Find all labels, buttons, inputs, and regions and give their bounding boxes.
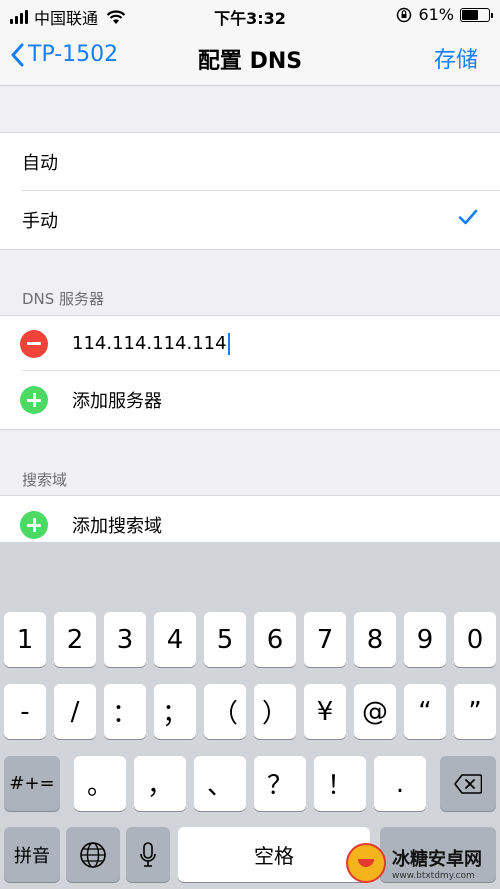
watermark-text: 冰糖安卓网 www.btxtdmy.com	[392, 845, 482, 881]
key-1[interactable]: 1	[4, 612, 46, 667]
key-right-paren[interactable]: ）	[254, 684, 296, 739]
key-enum-comma[interactable]: 、	[194, 756, 246, 811]
key-7[interactable]: 7	[304, 612, 346, 667]
mode-option-auto[interactable]: 自动	[0, 133, 500, 191]
add-search-domain-label: 添加搜索域	[72, 516, 162, 537]
key-colon[interactable]: ：	[104, 684, 146, 739]
key-period[interactable]: .	[374, 756, 426, 811]
key-8[interactable]: 8	[354, 612, 396, 667]
key-left-quote[interactable]: “	[404, 684, 446, 739]
watermark-url: www.btxtdmy.com	[392, 871, 475, 881]
remove-server-button[interactable]	[20, 329, 48, 358]
keyboard: 1 2 3 4 5 6 7 8 9 0 - / ： ； （ ） ¥ @ “ ” …	[0, 542, 500, 889]
key-period-cn[interactable]: 。	[74, 756, 126, 811]
key-right-quote[interactable]: ”	[454, 684, 496, 739]
microphone-button[interactable]	[126, 827, 170, 882]
key-0[interactable]: 0	[454, 612, 496, 667]
save-button[interactable]: 存储	[434, 42, 478, 74]
battery-icon	[460, 7, 493, 22]
globe-icon	[80, 841, 106, 868]
dns-server-value: 114.114.114.114	[72, 333, 227, 354]
key-hyphen[interactable]: -	[4, 684, 46, 739]
globe-button[interactable]	[66, 827, 120, 882]
key-5[interactable]: 5	[204, 612, 246, 667]
add-server-button[interactable]	[20, 386, 48, 414]
add-search-domain-button[interactable]	[20, 511, 48, 539]
status-right: 61%	[396, 5, 493, 24]
checkmark-icon	[458, 209, 478, 225]
watermark: 冰糖安卓网 www.btxtdmy.com	[346, 841, 496, 885]
key-3[interactable]: 3	[104, 612, 146, 667]
watermark-logo-icon	[346, 843, 386, 883]
search-domain-group: 添加搜索域	[0, 495, 500, 545]
key-slash[interactable]: /	[54, 684, 96, 739]
microphone-icon	[140, 841, 156, 867]
page-title: 配置 DNS	[197, 49, 303, 74]
key-symbols[interactable]: #+=	[4, 756, 60, 811]
mode-option-label: 手动	[22, 211, 58, 232]
key-9[interactable]: 9	[404, 612, 446, 667]
battery-level	[462, 9, 478, 20]
key-semicolon[interactable]: ；	[154, 684, 196, 739]
dns-mode-group: 自动 手动	[0, 132, 500, 250]
key-6[interactable]: 6	[254, 612, 296, 667]
backspace-button[interactable]	[440, 756, 496, 811]
dns-server-row: 114.114.114.114	[0, 316, 500, 371]
battery-percent: 61%	[418, 5, 454, 24]
key-yen[interactable]: ¥	[304, 684, 346, 739]
dns-server-input[interactable]: 114.114.114.114	[72, 332, 230, 355]
backspace-icon	[454, 773, 482, 794]
key-left-paren[interactable]: （	[204, 684, 246, 739]
key-comma-cn[interactable]: ，	[134, 756, 186, 811]
add-search-domain-row[interactable]: 添加搜索域	[0, 496, 500, 545]
key-pinyin[interactable]: 拼音	[4, 827, 60, 882]
text-cursor	[227, 332, 230, 355]
search-domain-section-header: 搜索域	[22, 471, 68, 489]
add-server-row[interactable]: 添加服务器	[0, 371, 500, 429]
mode-option-label: 自动	[22, 153, 58, 174]
orientation-lock-icon	[397, 7, 412, 22]
key-at[interactable]: @	[354, 684, 396, 739]
key-exclamation[interactable]: ！	[314, 756, 366, 811]
status-bar: 中国联通 下午3:32 61%	[0, 0, 500, 30]
key-2[interactable]: 2	[54, 612, 96, 667]
dns-section-header: DNS 服务器	[22, 290, 105, 308]
space-bar[interactable]: 空格	[178, 827, 370, 882]
key-question[interactable]: ？	[254, 756, 306, 811]
dns-server-group: 114.114.114.114 添加服务器	[0, 315, 500, 430]
watermark-name: 冰糖安卓网	[392, 849, 482, 870]
navigation-bar: TP-1502 配置 DNS 存储	[0, 30, 500, 86]
add-server-label: 添加服务器	[72, 391, 162, 412]
mode-option-manual[interactable]: 手动	[0, 191, 500, 249]
key-4[interactable]: 4	[154, 612, 196, 667]
